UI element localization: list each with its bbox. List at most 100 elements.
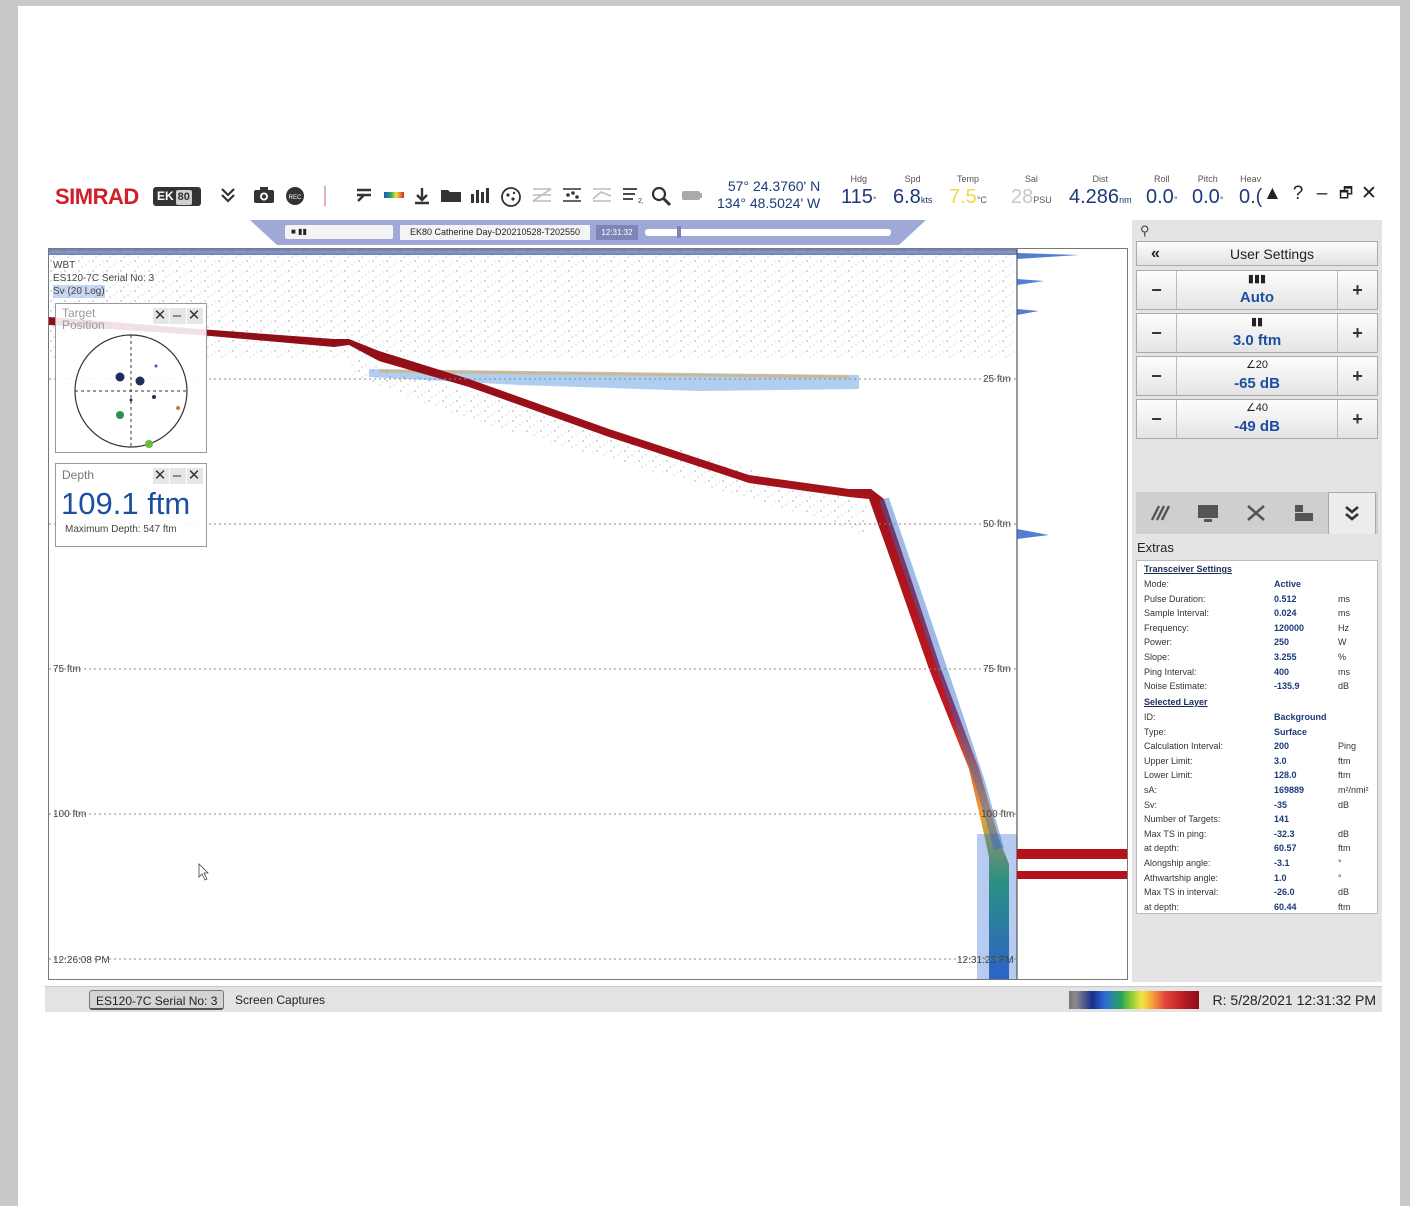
depth-panel-buttons: ✕ – ✕: [152, 467, 203, 484]
chevron-double-down-icon[interactable]: [217, 186, 239, 206]
panel-minimize-button[interactable]: –: [170, 308, 186, 324]
grid-icon[interactable]: [531, 186, 553, 206]
display-mode[interactable]: Sv (20 Log): [53, 285, 105, 298]
scatter-icon[interactable]: [561, 186, 583, 206]
layer-value: 60.44: [1274, 901, 1297, 912]
heave-readout: Heav 0.(: [1239, 174, 1262, 209]
layer-label: at depth:: [1144, 901, 1180, 912]
camera-icon[interactable]: [253, 186, 275, 206]
left-depth-75: 75 ftm: [53, 664, 81, 675]
replay-slider-handle[interactable]: [676, 226, 681, 238]
zoom-icon[interactable]: [651, 186, 673, 207]
transceiver-unit: dB: [1338, 681, 1350, 692]
compass-icon[interactable]: [500, 186, 522, 207]
battery-icon[interactable]: [681, 186, 703, 206]
gain-decrease-button[interactable]: −: [1137, 271, 1177, 309]
gain-mode-control: − ▮▮▮ Auto +: [1136, 270, 1378, 310]
layer-row: Sv: -35 dB: [1144, 799, 1376, 812]
folder-icon[interactable]: [440, 186, 462, 206]
temperature-readout: Temp 7.5°C: [949, 174, 987, 212]
panel-minimize-button[interactable]: –: [170, 468, 186, 484]
max-depth-label: Maximum Depth:: [65, 524, 141, 535]
replay-controls[interactable]: ■ ▮▮: [285, 225, 393, 239]
depth-label-75: 75 ftm: [983, 664, 1011, 675]
tab-screen-captures[interactable]: Screen Captures: [229, 990, 331, 1010]
layer-row: at depth: 60.44 ftm: [1144, 901, 1376, 914]
layer-label: at depth:: [1144, 843, 1180, 854]
gain-mode-value[interactable]: Auto: [1177, 289, 1337, 306]
target-position-panel[interactable]: Target Position ✕ – ✕: [55, 303, 207, 453]
layer-icon[interactable]: [591, 186, 613, 206]
range-decrease-button[interactable]: −: [1137, 314, 1177, 352]
pitch-value: 0.0: [1192, 186, 1220, 208]
depth-panel[interactable]: Depth ✕ – ✕ 109.1 ftm Maximum Depth: 547 f…: [55, 463, 207, 547]
tools-tab-icon[interactable]: [1232, 492, 1280, 534]
replay-slider[interactable]: [645, 229, 891, 236]
transceiver-row: Frequency: 120000 Hz: [1144, 622, 1376, 635]
distance-readout: Dist 4.286nm: [1069, 174, 1132, 212]
latitude: 57° 24.3760' N: [727, 178, 821, 194]
alarm-icon[interactable]: ▲: [1263, 184, 1282, 204]
layer-value: 141: [1274, 814, 1290, 825]
colorbar-icon[interactable]: [383, 186, 405, 206]
layer-label: Alongship angle:: [1144, 858, 1211, 868]
gain-increase-button[interactable]: +: [1337, 271, 1377, 309]
layer-label: Upper Limit:: [1144, 755, 1193, 766]
echogram-tab-icon[interactable]: [1136, 492, 1184, 534]
speed-value: 6.8: [893, 186, 921, 208]
display-tab-icon[interactable]: [1184, 492, 1232, 534]
layers-tab-icon[interactable]: [1280, 492, 1328, 534]
echogram-view[interactable]: WBT ES120-7C Serial No: 3 Sv (20 Log) 25…: [48, 248, 1128, 980]
minimize-button[interactable]: –: [1313, 184, 1331, 204]
user-settings-header[interactable]: « User Settings: [1136, 241, 1378, 266]
layer-value: 1.0: [1274, 872, 1287, 883]
longitude: 134° 48.5024' W: [717, 195, 821, 211]
layer-row: Number of Targets: 141: [1144, 813, 1376, 826]
end-time-label: 12:31:23 PM: [957, 955, 1014, 966]
salinity-label: Sal: [1024, 174, 1038, 184]
panel-tabs: [1136, 492, 1378, 534]
range-increase-button[interactable]: +: [1337, 314, 1377, 352]
transceiver-label: Ping Interval:: [1144, 666, 1197, 677]
replay-timestamp: R: 5/28/2021 12:31:32 PM: [1212, 992, 1376, 1008]
range-icon: ▮▮: [1250, 316, 1264, 328]
tvg20-increase-button[interactable]: +: [1337, 357, 1377, 395]
pin-icon[interactable]: ⚲: [1140, 223, 1150, 239]
restore-button[interactable]: 🗗: [1337, 184, 1355, 204]
channel-type: WBT: [53, 260, 76, 271]
tab-channel[interactable]: ES120-7C Serial No: 3: [89, 990, 225, 1010]
layer-row: at depth: 60.57 ftm: [1144, 842, 1376, 855]
transceiver-label: Pulse Duration:: [1144, 593, 1206, 604]
tvg20-value[interactable]: -65 dB: [1177, 375, 1337, 392]
tools-icon[interactable]: ✕: [153, 468, 169, 484]
echogram-canvas[interactable]: [49, 249, 1128, 980]
range-start-value[interactable]: 3.0 ftm: [1177, 332, 1337, 349]
tvg40-control: − ∠40 -49 dB +: [1136, 399, 1378, 439]
extras-tab-icon[interactable]: [1328, 492, 1376, 534]
transceiver-unit: ms: [1338, 608, 1350, 619]
panel-close-button[interactable]: ✕: [187, 308, 203, 324]
transceiver-label: Mode:: [1144, 579, 1170, 589]
panel-close-button[interactable]: ✕: [187, 468, 203, 484]
depth-icon[interactable]: [411, 186, 433, 206]
layer-value: 60.57: [1274, 843, 1297, 854]
range-start-control: − ▮▮ 3.0 ftm +: [1136, 313, 1378, 353]
histogram-icon[interactable]: [469, 186, 491, 206]
tvg40-value[interactable]: -49 dB: [1177, 418, 1337, 435]
layer-label: Lower Limit:: [1144, 770, 1193, 781]
tvg40-decrease-button[interactable]: −: [1137, 400, 1177, 438]
tvg40-increase-button[interactable]: +: [1337, 400, 1377, 438]
replay-file-name[interactable]: EK80 Catherine Day-D20210528-T202550: [400, 225, 590, 240]
transceiver-value: Active: [1274, 579, 1302, 589]
tvg20-decrease-button[interactable]: −: [1137, 357, 1177, 395]
transceiver-unit: Hz: [1338, 622, 1349, 633]
arrow-icon[interactable]: [353, 186, 375, 206]
list-icon[interactable]: 2,3: [621, 186, 648, 206]
layer-unit: dB: [1338, 799, 1350, 810]
help-button[interactable]: ?: [1289, 184, 1307, 204]
transceiver-label: Frequency:: [1144, 622, 1190, 633]
close-button[interactable]: ✕: [1360, 184, 1378, 204]
record-icon[interactable]: REC: [284, 186, 306, 206]
tools-icon[interactable]: ✕: [153, 308, 169, 324]
layer-value: 3.0: [1274, 755, 1287, 766]
